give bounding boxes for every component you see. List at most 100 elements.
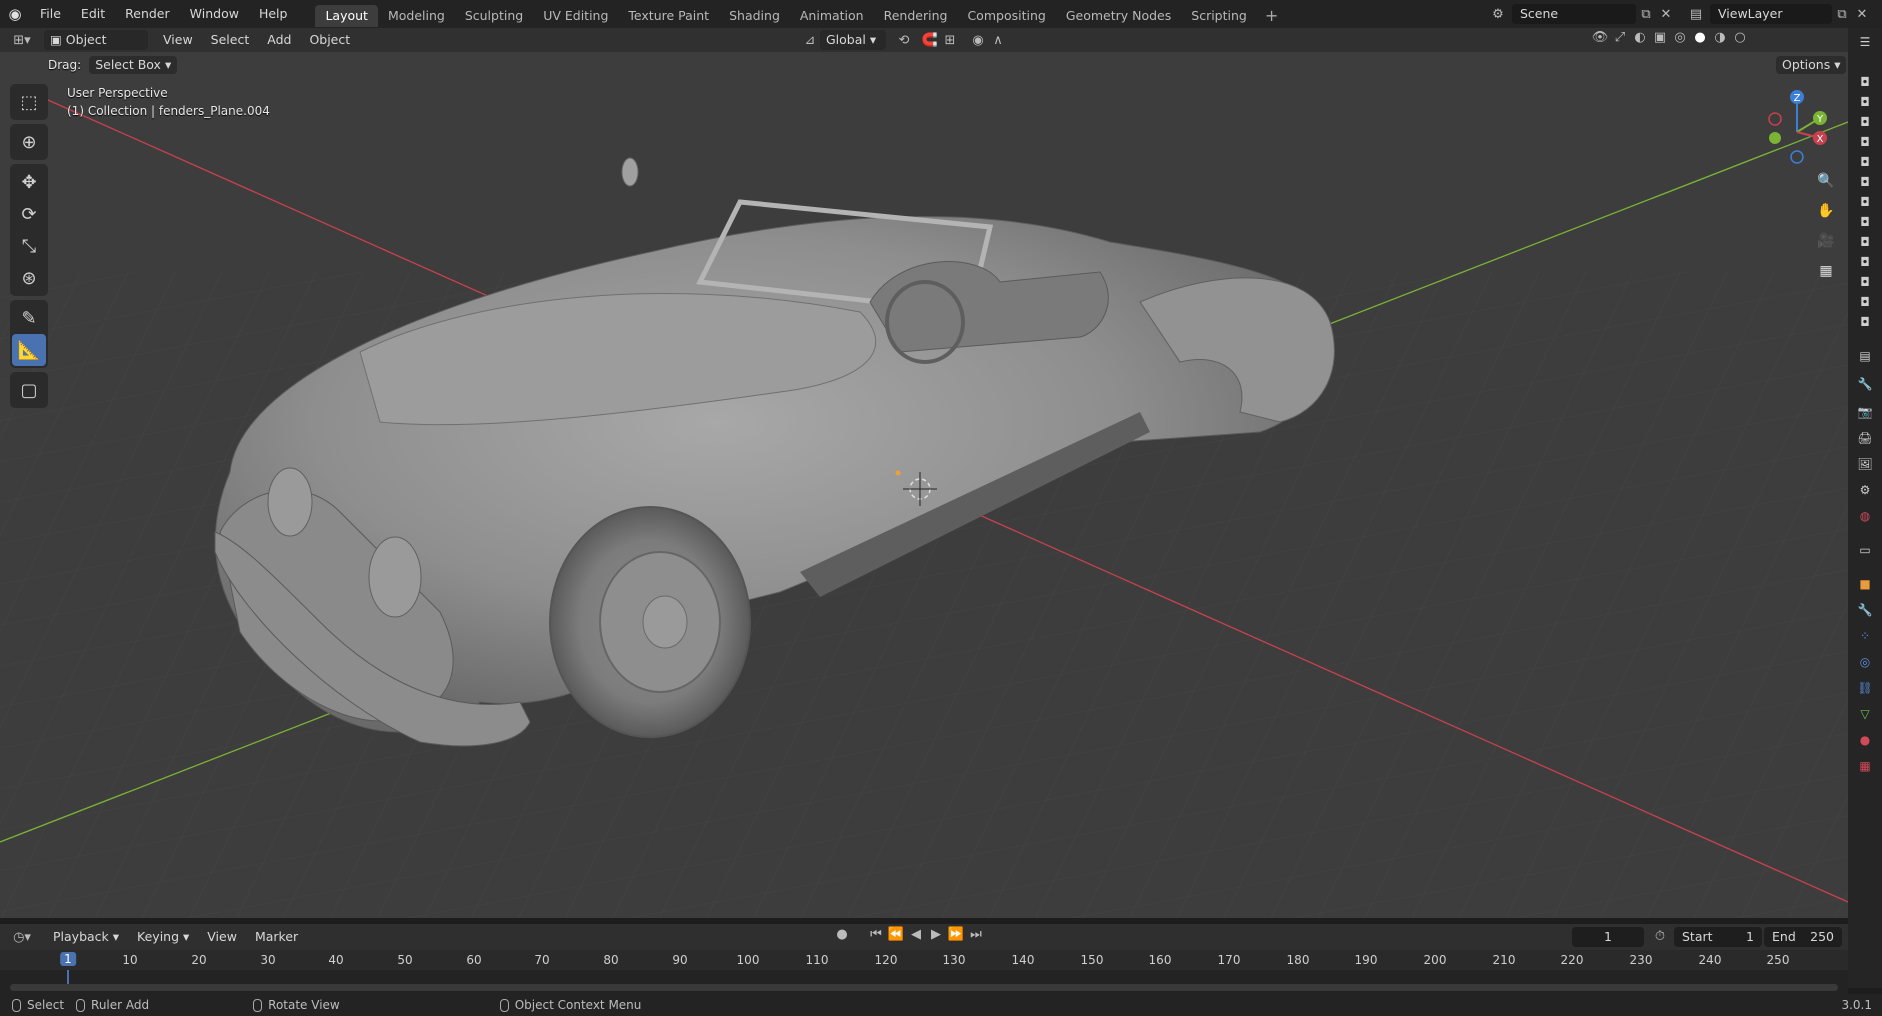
- new-view-layer-icon[interactable]: ⧉: [1832, 7, 1852, 22]
- render-properties-icon[interactable]: 📷: [1848, 402, 1882, 422]
- camera-view-icon[interactable]: 🎥: [1813, 228, 1839, 254]
- tab-layout[interactable]: Layout: [315, 5, 378, 27]
- output-properties-icon[interactable]: 🖨: [1848, 428, 1882, 448]
- play-reverse-icon[interactable]: ◀: [906, 927, 926, 942]
- render-layer-icon[interactable]: ◘: [1848, 232, 1882, 252]
- render-layer-icon[interactable]: ◘: [1848, 132, 1882, 152]
- tab-geometry-nodes[interactable]: Geometry Nodes: [1056, 5, 1181, 27]
- outliner-icon[interactable]: ☰: [1848, 32, 1882, 52]
- overlay-toggle-icon[interactable]: ◐: [1630, 30, 1650, 45]
- mode-dropdown[interactable]: ▣ Object Mode ▾: [44, 30, 148, 67]
- scene-icon[interactable]: ⚙: [1488, 7, 1508, 22]
- menu-select[interactable]: Select: [202, 28, 259, 52]
- properties-editor-icon[interactable]: ▤: [1848, 346, 1882, 366]
- render-layer-icon[interactable]: ◘: [1848, 292, 1882, 312]
- render-layer-icon[interactable]: ◘: [1848, 272, 1882, 292]
- select-box-tool-icon[interactable]: ⬚: [12, 86, 46, 118]
- wireframe-shading-icon[interactable]: ◎: [1670, 30, 1690, 45]
- render-layer-icon[interactable]: ◘: [1848, 312, 1882, 332]
- stopwatch-icon[interactable]: ⏱: [1650, 929, 1670, 944]
- tab-animation[interactable]: Animation: [790, 5, 874, 27]
- timeline-ruler[interactable]: 1 10 20 30 40 50 60 70 80 90 100 110 120…: [0, 950, 1848, 970]
- rendered-shading-icon[interactable]: ○: [1730, 30, 1750, 45]
- transform-tool-icon[interactable]: ⊛: [12, 262, 46, 294]
- xray-icon[interactable]: ▣: [1650, 30, 1670, 45]
- texture-properties-icon[interactable]: ▦: [1848, 756, 1882, 776]
- pan-hand-icon[interactable]: ✋: [1813, 198, 1839, 224]
- tool-properties-icon[interactable]: 🔧: [1848, 374, 1882, 394]
- drag-mode-dropdown[interactable]: Select Box ▾: [89, 56, 178, 74]
- render-layer-icon[interactable]: ◘: [1848, 192, 1882, 212]
- delete-scene-icon[interactable]: ✕: [1656, 7, 1676, 22]
- tab-modeling[interactable]: Modeling: [378, 5, 455, 27]
- snap-target-icon[interactable]: ⊞: [940, 33, 960, 48]
- options-dropdown[interactable]: Options ▾: [1776, 56, 1847, 74]
- editor-type-icon[interactable]: ⊞▾: [8, 33, 36, 48]
- render-layer-icon[interactable]: ◘: [1848, 92, 1882, 112]
- tab-scripting[interactable]: Scripting: [1181, 5, 1257, 27]
- world-properties-icon[interactable]: ◍: [1848, 506, 1882, 526]
- menu-window[interactable]: Window: [180, 0, 249, 28]
- menu-timeline-view[interactable]: View: [198, 925, 246, 949]
- menu-keying[interactable]: Keying ▾: [128, 925, 198, 949]
- tab-compositing[interactable]: Compositing: [957, 5, 1055, 27]
- menu-render[interactable]: Render: [115, 0, 180, 28]
- start-frame-field[interactable]: Start 1: [1674, 927, 1762, 947]
- view-layer-name-field[interactable]: ViewLayer: [1710, 4, 1832, 24]
- add-workspace-icon[interactable]: +: [1257, 6, 1286, 25]
- playhead-frame[interactable]: 1: [60, 952, 76, 966]
- end-frame-field[interactable]: End 250: [1764, 927, 1842, 947]
- menu-playback[interactable]: Playback ▾: [44, 925, 128, 949]
- jump-start-icon[interactable]: ⏮: [866, 927, 886, 942]
- play-icon[interactable]: ▶: [926, 927, 946, 942]
- blender-logo-icon[interactable]: ◉: [0, 0, 30, 28]
- measure-tool-icon[interactable]: 📐: [12, 334, 46, 366]
- material-shading-icon[interactable]: ◑: [1710, 30, 1730, 45]
- material-properties-icon[interactable]: ●: [1848, 730, 1882, 750]
- tab-rendering[interactable]: Rendering: [874, 5, 958, 27]
- pivot-icon[interactable]: ⟲: [894, 33, 914, 48]
- menu-object[interactable]: Object: [300, 28, 359, 52]
- solid-shading-icon[interactable]: ●: [1690, 30, 1710, 45]
- orientation-dropdown[interactable]: Global ▾: [820, 30, 886, 50]
- scene-properties-icon[interactable]: ⚙: [1848, 480, 1882, 500]
- menu-add[interactable]: Add: [258, 28, 300, 52]
- tab-texture-paint[interactable]: Texture Paint: [618, 5, 719, 27]
- prev-keyframe-icon[interactable]: ⏪: [886, 927, 906, 942]
- proportional-edit-icon[interactable]: ◉: [968, 33, 988, 48]
- current-frame-field[interactable]: 1: [1572, 927, 1644, 947]
- particles-properties-icon[interactable]: ⁘: [1848, 626, 1882, 646]
- menu-view[interactable]: View: [154, 28, 202, 52]
- render-layer-icon[interactable]: ◘: [1848, 112, 1882, 132]
- visibility-icon[interactable]: 👁: [1590, 30, 1610, 45]
- new-scene-icon[interactable]: ⧉: [1636, 7, 1656, 22]
- move-tool-icon[interactable]: ✥: [12, 166, 46, 198]
- tab-shading[interactable]: Shading: [719, 5, 790, 27]
- render-layer-icon[interactable]: ◘: [1848, 152, 1882, 172]
- scene-name-field[interactable]: Scene: [1512, 4, 1636, 24]
- cursor-tool-icon[interactable]: ⊕: [12, 126, 46, 158]
- modifier-properties-icon[interactable]: 🔧: [1848, 600, 1882, 620]
- constraints-properties-icon[interactable]: ⛓: [1848, 678, 1882, 698]
- menu-help[interactable]: Help: [249, 0, 298, 28]
- tab-uv-editing[interactable]: UV Editing: [533, 5, 618, 27]
- object-properties-icon[interactable]: ■: [1848, 574, 1882, 594]
- menu-file[interactable]: File: [30, 0, 71, 28]
- annotate-tool-icon[interactable]: ✎: [12, 302, 46, 334]
- data-properties-icon[interactable]: ▽: [1848, 704, 1882, 724]
- ortho-grid-icon[interactable]: ▦: [1813, 258, 1839, 284]
- render-layer-icon[interactable]: ◘: [1848, 212, 1882, 232]
- rotate-tool-icon[interactable]: ⟳: [12, 198, 46, 230]
- delete-view-layer-icon[interactable]: ✕: [1852, 7, 1872, 22]
- timeline-area[interactable]: [0, 970, 1848, 994]
- collection-properties-icon[interactable]: ▭: [1848, 540, 1882, 560]
- timeline-editor-icon[interactable]: ◷▾: [8, 930, 36, 945]
- gizmo-toggle-icon[interactable]: ⤢: [1610, 30, 1630, 45]
- scale-tool-icon[interactable]: ⤡: [12, 230, 46, 262]
- tab-sculpting[interactable]: Sculpting: [455, 5, 533, 27]
- render-layer-icon[interactable]: ◘: [1848, 72, 1882, 92]
- menu-edit[interactable]: Edit: [71, 0, 115, 28]
- record-icon[interactable]: ●: [832, 927, 852, 942]
- zoom-icon[interactable]: 🔍: [1813, 168, 1839, 194]
- menu-marker[interactable]: Marker: [246, 925, 307, 949]
